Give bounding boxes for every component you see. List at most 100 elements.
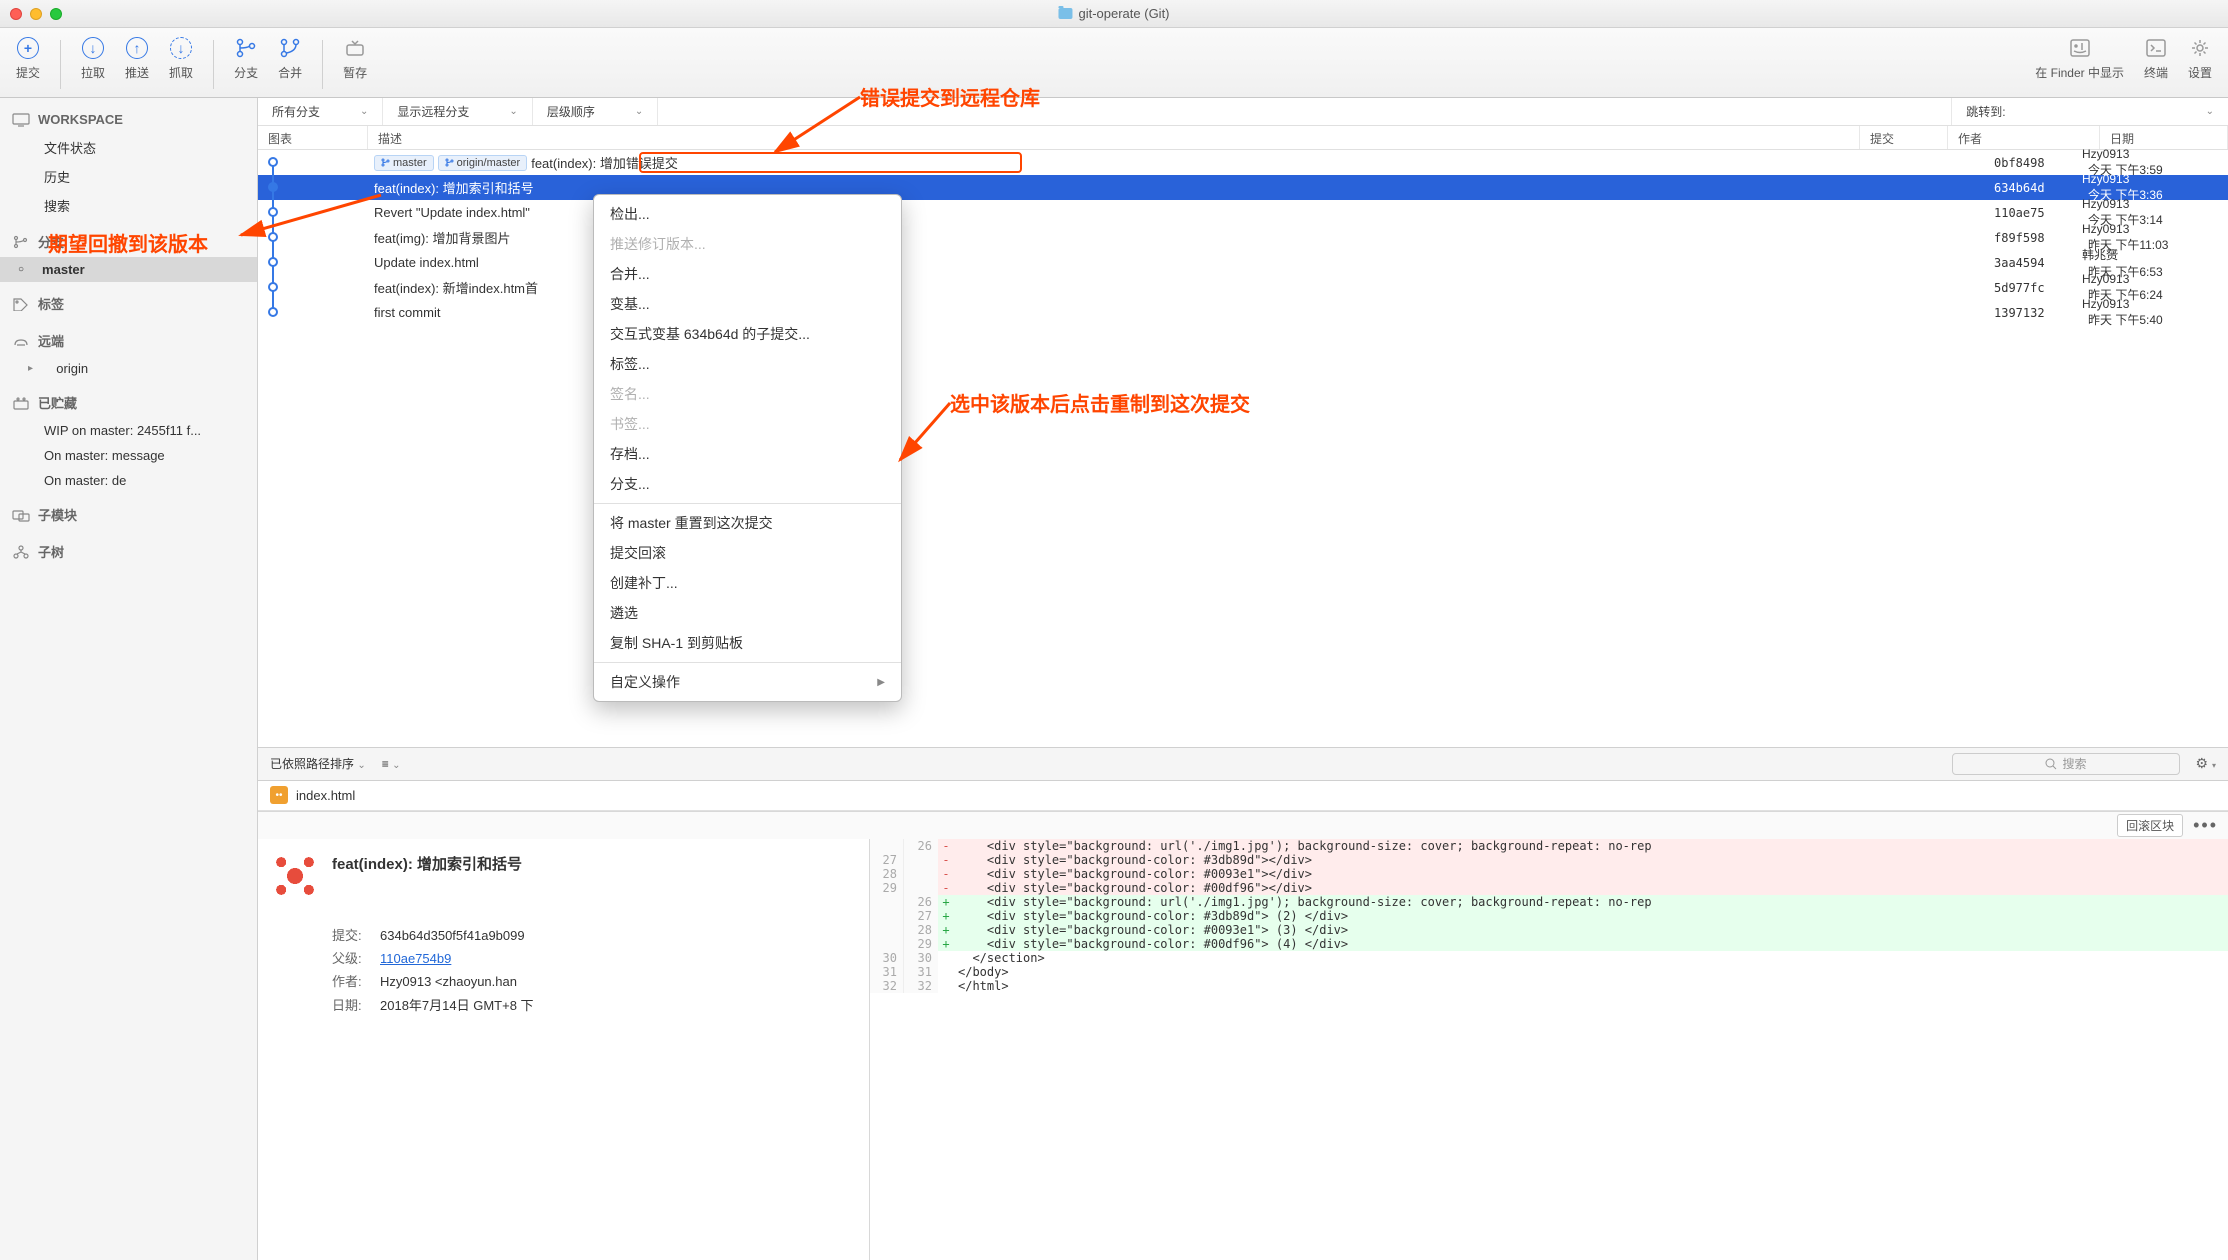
branch-button[interactable]: 分支 [234, 36, 258, 93]
menu-checkout[interactable]: 检出... [594, 199, 901, 229]
parent-link[interactable]: 110ae754b9 [380, 951, 451, 966]
fetch-button[interactable]: ↓ 抓取 [169, 36, 193, 93]
sidebar-item-history[interactable]: 历史 [0, 162, 257, 191]
file-modified-icon: •• [270, 786, 288, 804]
diff-line: 29- <div style="background-color: #00df9… [870, 881, 2228, 895]
branch-tag[interactable]: master [374, 155, 434, 171]
commits-list: masterorigin/masterfeat(index): 增加错误提交 0… [258, 150, 2228, 325]
commit-row[interactable]: feat(img): 增加背景图片 f89f598 Hzy0913 昨天 下午1… [258, 225, 2228, 250]
filter-jump[interactable]: 跳转到:⌄ [1951, 98, 2228, 125]
diff-line: 28+ <div style="background-color: #0093e… [870, 923, 2228, 937]
sidebar-item-search[interactable]: 搜索 [0, 191, 257, 220]
commit-description: feat(index): 新增index.htm首 [374, 278, 538, 297]
window-controls [10, 8, 62, 20]
terminal-button[interactable]: 终端 [2144, 36, 2168, 93]
sort-dropdown[interactable]: 已依照路径排序 ⌄ [270, 755, 366, 772]
commit-row[interactable]: feat(index): 增加索引和括号 634b64d Hzy0913 今天 … [258, 175, 2228, 200]
content-area: 所有分支⌄ 显示远程分支⌄ 层级顺序⌄ 跳转到:⌄ 图表 描述 提交 作者 日期… [258, 98, 2228, 1260]
gear-icon[interactable]: ⚙ ▾ [2196, 755, 2216, 772]
stashed-header[interactable]: 已贮藏 [0, 387, 257, 418]
commit-row[interactable]: feat(index): 新增index.htm首 5d977fc Hzy091… [258, 275, 2228, 300]
view-mode-button[interactable]: ≡ ⌄ [382, 757, 401, 771]
sidebar-item-origin[interactable]: ▸ origin [0, 356, 257, 381]
sidebar-stash-1[interactable]: WIP on master: 2455f11 f... [0, 418, 257, 443]
commit-sha: 3aa4594 [1988, 256, 2076, 270]
maximize-window-button[interactable] [50, 8, 62, 20]
menu-rebase-interactive[interactable]: 交互式变基 634b64d 的子提交... [594, 319, 901, 349]
col-commit[interactable]: 提交 [1860, 126, 1948, 149]
rollback-hunk-button[interactable]: 回滚区块 [2117, 814, 2183, 837]
menu-custom[interactable]: 自定义操作▶ [594, 667, 901, 697]
commit-row[interactable]: masterorigin/masterfeat(index): 增加错误提交 0… [258, 150, 2228, 175]
file-toolbar: 回滚区块 ••• [258, 811, 2228, 839]
show-in-finder-button[interactable]: 在 Finder 中显示 [2035, 36, 2124, 93]
diff-line: 27+ <div style="background-color: #3db89… [870, 909, 2228, 923]
commit-row[interactable]: Revert "Update index.html" 110ae75 Hzy09… [258, 200, 2228, 225]
filter-order[interactable]: 层级顺序⌄ [533, 98, 658, 125]
commit-sha: 110ae75 [1988, 206, 2076, 220]
sidebar-item-file-status[interactable]: 文件状态 [0, 133, 257, 162]
commit-description: Update index.html [374, 255, 479, 270]
search-input[interactable]: 搜索 [1952, 753, 2180, 775]
context-menu: 检出... 推送修订版本... 合并... 变基... 交互式变基 634b64… [593, 194, 902, 702]
col-graph[interactable]: 图表 [258, 126, 368, 149]
close-window-button[interactable] [10, 8, 22, 20]
workspace-header[interactable]: WORKSPACE [0, 106, 257, 133]
merge-button[interactable]: 合并 [278, 36, 302, 93]
commit-row[interactable]: Update index.html 3aa4594 韩兆赟 昨天 下午6:53 [258, 250, 2228, 275]
remotes-header[interactable]: 远端 [0, 325, 257, 356]
commit-sha: 0bf8498 [1988, 156, 2076, 170]
settings-button[interactable]: 设置 [2188, 36, 2212, 93]
col-date[interactable]: 日期 [2100, 126, 2228, 149]
subtrees-header[interactable]: 子树 [0, 536, 257, 567]
diff-line: 28- <div style="background-color: #0093e… [870, 867, 2228, 881]
commit-sha: 5d977fc [1988, 281, 2076, 295]
file-row[interactable]: •• index.html [258, 781, 2228, 811]
menu-branch[interactable]: 分支... [594, 469, 901, 499]
menu-reset[interactable]: 将 master 重置到这次提交 [594, 508, 901, 538]
stash-button[interactable]: 暂存 [343, 36, 367, 93]
menu-patch[interactable]: 创建补丁... [594, 568, 901, 598]
diff-line: 27- <div style="background-color: #3db89… [870, 853, 2228, 867]
filter-show-remote[interactable]: 显示远程分支⌄ [383, 98, 532, 125]
commit-sha: 634b64d [1988, 181, 2076, 195]
commit-button[interactable]: + 提交 [16, 36, 40, 93]
minimize-window-button[interactable] [30, 8, 42, 20]
commit-description: first commit [374, 305, 440, 320]
diff-line: 3131</body> [870, 965, 2228, 979]
sidebar-stash-2[interactable]: On master: message [0, 443, 257, 468]
file-name: index.html [296, 788, 355, 803]
commit-author: Hzy0913 <zhaoyun.han [380, 974, 517, 989]
branch-tag[interactable]: origin/master [438, 155, 528, 171]
menu-rebase[interactable]: 变基... [594, 289, 901, 319]
branches-header[interactable]: 分支 [0, 226, 257, 257]
filter-all-branches[interactable]: 所有分支⌄ [258, 98, 383, 125]
filter-bar: 所有分支⌄ 显示远程分支⌄ 层级顺序⌄ 跳转到:⌄ [258, 98, 2228, 126]
menu-cherry[interactable]: 遴选 [594, 598, 901, 628]
push-button[interactable]: ↑ 推送 [125, 36, 149, 93]
tags-header[interactable]: 标签 [0, 288, 257, 319]
commit-description: Revert "Update index.html" [374, 205, 530, 220]
col-desc[interactable]: 描述 [368, 126, 1860, 149]
commit-date: 昨天 下午5:40 [2082, 311, 2210, 328]
menu-archive[interactable]: 存档... [594, 439, 901, 469]
menu-tag[interactable]: 标签... [594, 349, 901, 379]
commit-sha: f89f598 [1988, 231, 2076, 245]
pull-button[interactable]: ↓ 拉取 [81, 36, 105, 93]
commit-date: 2018年7月14日 GMT+8 下 [380, 998, 534, 1013]
author-avatar [272, 853, 318, 899]
commit-row[interactable]: first commit 1397132 Hzy0913 昨天 下午5:40 [258, 300, 2228, 325]
menu-copy-sha[interactable]: 复制 SHA-1 到剪贴板 [594, 628, 901, 658]
sidebar-item-master[interactable]: ○master [0, 257, 257, 282]
menu-merge[interactable]: 合并... [594, 259, 901, 289]
commits-table-header: 图表 描述 提交 作者 日期 [258, 126, 2228, 150]
more-options-icon[interactable]: ••• [2193, 815, 2218, 836]
diff-line: 26+ <div style="background: url('./img1.… [870, 895, 2228, 909]
menu-revert[interactable]: 提交回滚 [594, 538, 901, 568]
title-text: git-operate (Git) [1078, 6, 1169, 21]
col-author[interactable]: 作者 [1948, 126, 2100, 149]
sidebar-stash-3[interactable]: On master: de [0, 468, 257, 493]
submodules-header[interactable]: 子模块 [0, 499, 257, 530]
window-title: git-operate (Git) [1058, 6, 1169, 21]
menu-bookmark: 书签... [594, 409, 901, 439]
